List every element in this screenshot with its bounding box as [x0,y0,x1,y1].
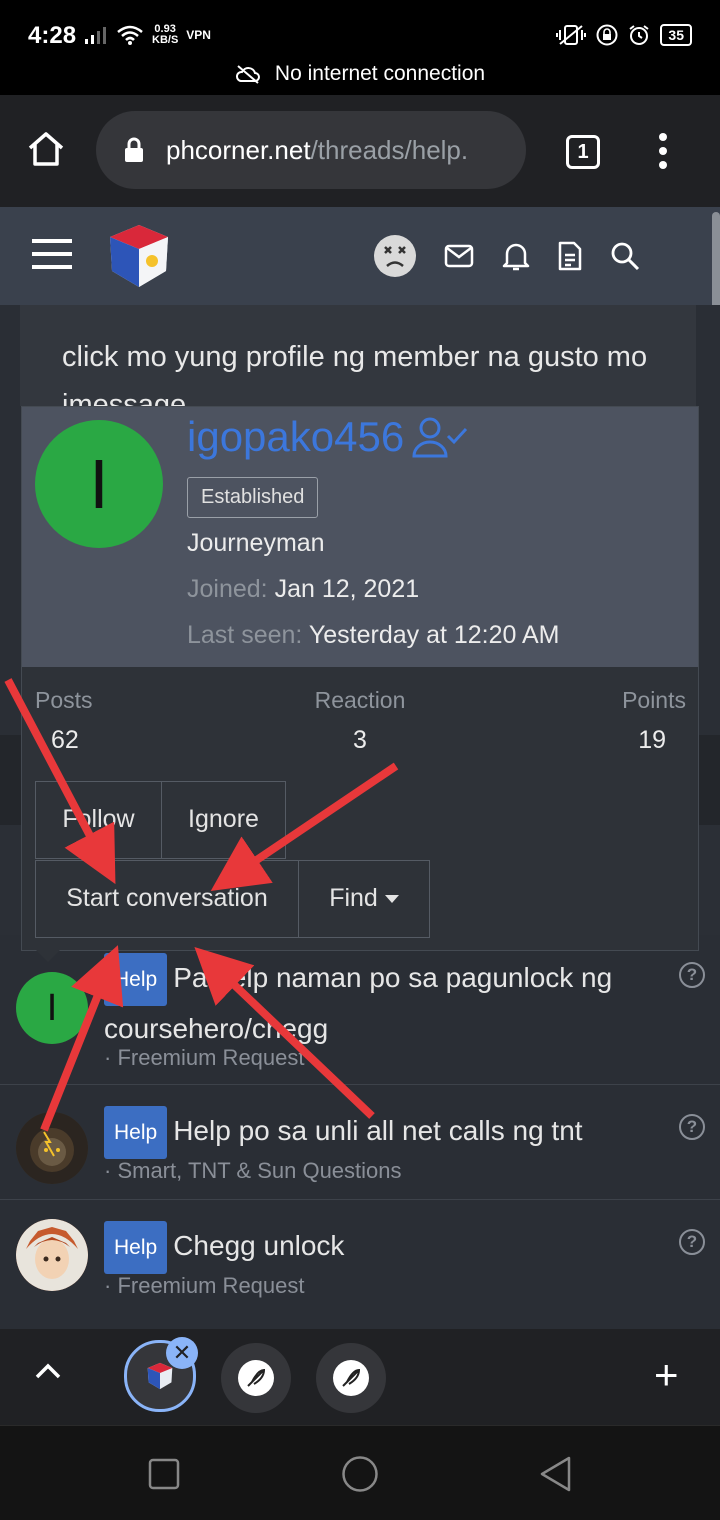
find-button[interactable]: Find [298,860,430,938]
bell-icon[interactable] [502,241,530,271]
thread-forum[interactable]: · Freemium Request [104,1273,305,1299]
question-icon: ? [679,962,705,988]
thread-avatar[interactable]: I [16,972,88,1044]
vpn-indicator: VPN [186,28,211,42]
thread-item[interactable]: Help Chegg unlock · Freemium Request ? [0,1201,720,1329]
thread-prefix-badge: Help [104,1106,168,1159]
wifi-icon [117,25,143,45]
ignore-button[interactable]: Ignore [161,781,286,859]
member-badge: Established [187,477,319,518]
hamburger-menu-icon[interactable] [32,237,72,271]
status-time: 4:28 [28,22,77,49]
cloud-off-icon [235,65,260,84]
status-bar: 4:28 0.93 KB/S VPN 35 No internet connect… [0,0,720,95]
site-header [0,207,720,305]
user-avatar-icon[interactable] [374,235,416,277]
anime-avatar-icon [16,1219,88,1291]
thread-prefix-badge: Help [104,1221,168,1274]
member-username[interactable]: igopako456 [187,413,468,461]
member-joined: Joined: Jan 12, 2021 [187,575,420,603]
inbox-icon[interactable] [444,244,474,268]
alarm-icon [629,25,650,45]
back-triangle-icon[interactable] [538,1455,572,1493]
document-icon[interactable] [558,241,582,271]
thread-title[interactable]: Help Help po sa unli all net calls ng tnt [104,1106,664,1159]
url-path: /threads/help. [310,134,469,165]
tooltip-pointer [36,950,60,962]
lock-icon [596,24,618,46]
thread-avatar[interactable] [16,1219,88,1291]
chevron-up-icon[interactable] [34,1361,62,1381]
battery-indicator: 35 [660,24,692,46]
browser-toolbar: phcorner.net/threads/help. 1 [0,95,720,207]
no-internet-banner: No internet connection [0,62,720,86]
thread-forum[interactable]: · Freemium Request [104,1045,305,1071]
follow-button[interactable]: Follow [35,781,162,859]
thread-item[interactable]: I Help Pa help naman po sa pagunlock ng c… [0,933,720,1085]
signal-icon [85,27,106,44]
url-bar[interactable]: phcorner.net/threads/help. [96,111,526,189]
start-conversation-button[interactable]: Start conversation [35,860,299,938]
member-title: Journeyman [187,529,325,557]
url-host: phcorner.net [166,134,311,165]
home-icon[interactable] [26,130,66,168]
site-favicon [147,1362,173,1390]
question-icon: ? [679,1229,705,1255]
lion-avatar-icon [16,1112,88,1184]
thread-prefix-badge: Help [104,953,168,1006]
vibrate-icon [556,25,587,45]
recents-square-icon[interactable] [148,1458,180,1490]
member-tooltip-header: I igopako456 Established Journeyman Join… [22,407,698,667]
member-tooltip: I igopako456 Established Journeyman Join… [21,406,699,951]
member-avatar[interactable]: I [35,420,163,548]
home-circle-icon[interactable] [341,1455,379,1493]
question-icon: ? [679,1114,705,1140]
post-text: click mo yung profile ng member na gusto… [62,341,648,406]
network-speed: 0.93 KB/S [152,23,179,46]
search-icon[interactable] [610,241,640,271]
thread-avatar[interactable] [16,1112,88,1184]
more-options-icon[interactable] [654,133,672,169]
post-card: click mo yung profile ng member na gusto… [20,305,696,406]
tab-switcher-button[interactable]: 1 [566,135,600,169]
thread-title[interactable]: Help Chegg unlock [104,1221,664,1274]
member-last-seen: Last seen: Yesterday at 12:20 AM [187,621,560,649]
site-logo[interactable] [106,223,172,289]
stat-points: Points 19 [622,687,686,754]
new-tab-plus-icon[interactable]: + [654,1353,679,1397]
caret-down-icon [384,895,399,904]
stat-posts: Posts 62 [35,687,93,754]
padlock-icon [125,137,143,162]
feather-icon [238,1360,274,1396]
feather-icon [333,1360,369,1396]
tab-strip: ✕ + [0,1329,720,1425]
thread-item[interactable]: Help Help po sa unli all net calls ng tnt… [0,1086,720,1200]
tab-close-icon[interactable]: ✕ [166,1337,198,1369]
system-nav-bar [0,1425,720,1520]
stat-reaction: Reaction 3 [314,687,406,754]
user-check-icon [412,417,468,458]
thread-forum[interactable]: · Smart, TNT & Sun Questions [104,1158,402,1184]
tab-bubble[interactable] [316,1343,386,1413]
thread-title[interactable]: Help Pa help naman po sa pagunlock ng cou… [104,953,664,1051]
tab-bubble[interactable] [221,1343,291,1413]
